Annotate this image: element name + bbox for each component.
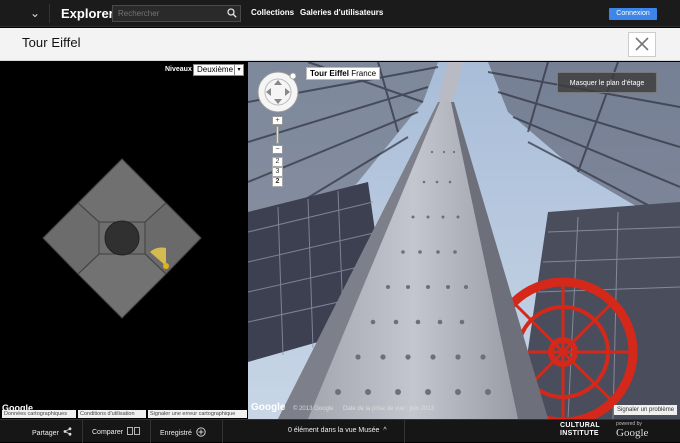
floor-plan-shape [42,158,202,319]
login-button[interactable]: Connexion [609,8,657,20]
cultural-institute-logo: CULTURAL INSTITUTE [560,422,600,438]
level-button-3[interactable]: 2 [272,177,283,187]
zoom-in-button[interactable]: + [272,116,283,125]
page-title: Tour Eiffel [22,35,81,50]
menu-button[interactable]: ⌄ [22,4,50,23]
panorama-copyright: © 2013 Google [293,406,334,412]
logo-line-1: CULTURAL [560,422,600,429]
chevron-down-icon: ⌄ [30,6,41,20]
google-logo: Google [251,402,286,413]
nav-collections[interactable]: Collections [251,8,294,17]
level-button-1[interactable]: 2 [272,157,283,167]
compare-icon [127,427,140,435]
logo-line-2: INSTITUTE [560,430,599,437]
compare-label: Comparer [92,429,124,436]
divider [404,420,405,443]
saved-button[interactable]: Enregistré [160,427,206,437]
street-view-panorama[interactable] [248,62,680,419]
search-icon[interactable] [227,8,237,18]
title-bar: Tour Eiffel [0,28,680,61]
share-label: Partager [32,430,59,437]
map-data-link[interactable]: Données cartographiques [2,410,76,418]
zoom-out-button[interactable]: − [272,145,283,154]
share-button[interactable]: Partager [32,427,72,437]
saved-label: Enregistré [160,430,192,437]
close-button[interactable] [628,32,656,57]
pegman-position-icon [163,263,169,269]
search-input[interactable] [112,5,241,22]
map-footer: Données cartographiques Conditions d'uti… [0,410,247,419]
add-circle-icon [196,427,206,437]
report-map-error-link[interactable]: Signaler une erreur cartographique [148,410,247,418]
place-name: Tour Eiffel [310,69,349,78]
divider [150,420,151,443]
place-country: France [351,69,377,78]
share-icon [63,427,72,436]
eiffel-tower-photo [248,62,680,419]
nav-user-galleries[interactable]: Galeries d'utilisateurs [300,8,383,17]
pan-control[interactable] [257,71,299,113]
museum-view-toggle[interactable]: 0 élément dans la vue Musée ^ [288,427,387,434]
chevron-up-icon: ^ [383,427,387,434]
compass-icon [289,72,297,80]
bottom-bar: Partager Comparer Enregistré 0 élément d… [0,419,680,443]
top-bar: ⌄ Explorer Collections Galeries d'utilis… [0,0,680,27]
brand-title[interactable]: Explorer [61,6,114,21]
capture-date: Date de la prise de vue : juin 2013 [343,406,435,412]
museum-view-label: 0 élément dans la vue Musée [288,427,380,434]
hide-floor-plan-button[interactable]: Masquer le plan d'étage [557,72,657,93]
zoom-slider[interactable] [276,126,279,144]
panorama-place-label: Tour Eiffel France [306,67,381,80]
terms-link[interactable]: Conditions d'utilisation [78,410,146,418]
divider [222,420,223,443]
compare-button[interactable]: Comparer [92,427,140,436]
close-icon [635,37,649,51]
google-logo: Google [616,427,649,439]
divider [82,420,83,443]
floor-plan-map[interactable]: Niveaux Deuxième ▾ Google Données cartog… [0,62,247,419]
level-button-2[interactable]: 3 [272,167,283,177]
report-problem-link[interactable]: Signaler un problème [614,405,678,415]
